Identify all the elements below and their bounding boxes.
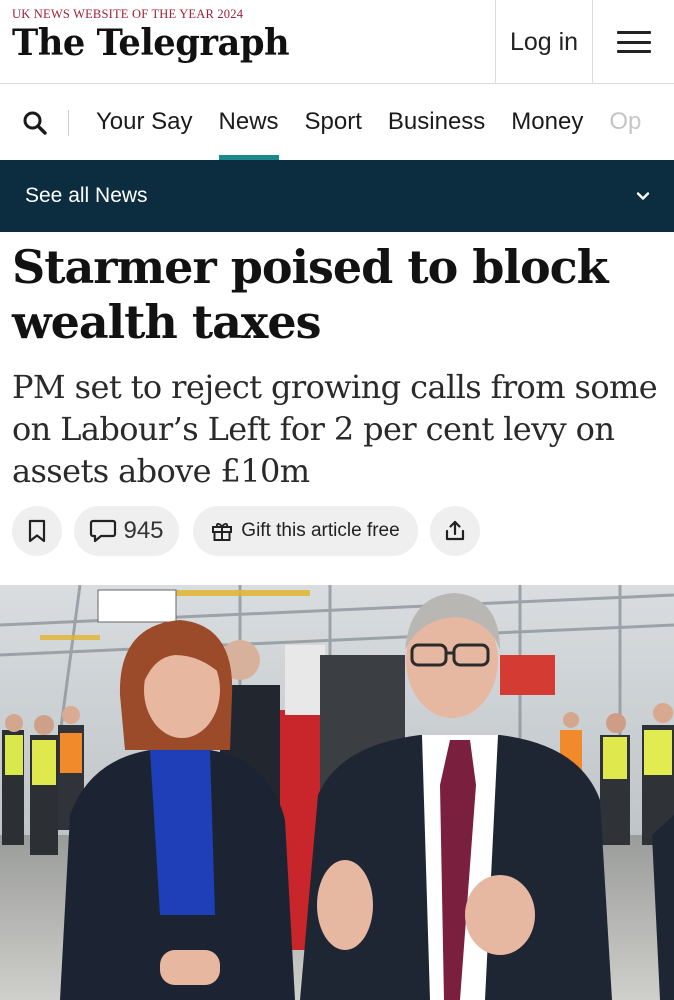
bookmark-button[interactable] — [12, 506, 62, 556]
nav-item-sport[interactable]: Sport — [305, 84, 362, 160]
nav-item-news[interactable]: News — [218, 84, 279, 160]
search-icon — [23, 111, 47, 135]
gift-icon — [212, 522, 233, 541]
search-button[interactable] — [22, 110, 48, 136]
share-icon — [445, 520, 465, 541]
comment-count: 945 — [123, 517, 164, 544]
comments-button[interactable]: 945 — [74, 506, 179, 556]
comment-icon — [90, 519, 117, 543]
article-standfirst: PM set to reject growing calls from some… — [12, 368, 658, 490]
share-button[interactable] — [430, 506, 480, 556]
award-banner: UK NEWS WEBSITE OF THE YEAR 2024 — [12, 7, 244, 21]
article-actions: 945 Gift this article free — [12, 506, 480, 556]
nav-items: Your Say News Sport Business Money Op — [96, 84, 667, 160]
hamburger-icon — [616, 31, 651, 53]
article-lead-image — [0, 585, 674, 1000]
nav-item-money[interactable]: Money — [511, 84, 583, 160]
telegraph-logo[interactable]: The Telegraph — [12, 22, 290, 64]
login-button[interactable]: Log in — [495, 0, 592, 84]
section-bar-label: See all News — [25, 184, 148, 207]
article-headline: Starmer poised to block wealth taxes — [12, 240, 609, 349]
section-nav: Your Say News Sport Business Money Op — [0, 84, 674, 160]
gift-label: Gift this article free — [241, 520, 400, 541]
nav-divider — [68, 110, 69, 136]
chevron-down-icon — [636, 192, 650, 200]
nav-scroll-fade — [634, 84, 674, 160]
site-header: UK NEWS WEBSITE OF THE YEAR 2024 The Tel… — [0, 0, 674, 84]
factory-photo — [0, 585, 674, 1000]
see-all-news-dropdown[interactable]: See all News — [0, 160, 674, 232]
nav-item-your-say[interactable]: Your Say — [96, 84, 193, 160]
nav-item-business[interactable]: Business — [388, 84, 485, 160]
bookmark-icon — [28, 519, 46, 543]
gift-article-button[interactable]: Gift this article free — [193, 506, 418, 556]
menu-button[interactable] — [592, 0, 674, 84]
